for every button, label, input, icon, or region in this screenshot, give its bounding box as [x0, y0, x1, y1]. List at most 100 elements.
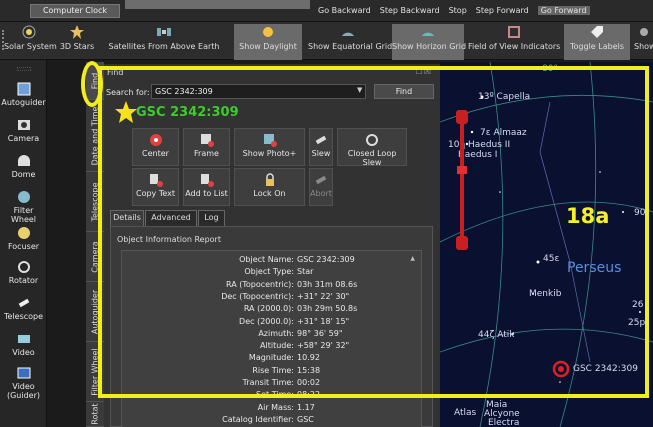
view-toolbar: Solar System 3D Stars Satellites From Ab…: [0, 22, 653, 60]
info-key: Set Time:: [256, 390, 294, 400]
copy-icon: [149, 174, 163, 187]
camera-icon: [17, 120, 30, 130]
lock-on-button[interactable]: Lock On: [234, 168, 305, 206]
object-title: GSC 2342:309: [136, 105, 239, 120]
info-value: +58° 29' 32": [297, 341, 350, 351]
sky-label-electra: Electra: [488, 418, 520, 427]
chevron-down-icon[interactable]: ▼: [357, 86, 362, 94]
tab-autoguider[interactable]: Autoguider: [86, 282, 104, 342]
show-icon: [639, 28, 648, 36]
field-of-view-button[interactable]: Field of View Indicators: [468, 24, 560, 51]
add-to-list-button[interactable]: Add to List: [183, 168, 230, 206]
info-key: Magnitude:: [248, 353, 294, 363]
tab-date-and-time[interactable]: Date and Time: [86, 100, 104, 172]
target-marker-icon[interactable]: [552, 360, 570, 378]
scroll-up-icon[interactable]: ▲: [410, 255, 415, 262]
sky-label-almaaz: 7ε Almaaz: [480, 128, 527, 138]
dome-icon: [17, 155, 30, 166]
fov-icon: [508, 26, 520, 38]
satellites-button[interactable]: Satellites From Above Earth: [100, 24, 228, 51]
annotation-label: 18a: [566, 204, 610, 228]
info-value: 10.92: [297, 353, 320, 363]
object-info-list[interactable]: ▲ Object Name: GSC 2342:309 Object Type: St…: [121, 250, 422, 427]
find-button[interactable]: Find: [374, 84, 434, 99]
abort-button[interactable]: Abort: [309, 168, 333, 206]
search-input[interactable]: [151, 84, 366, 99]
tab-filter-wheel[interactable]: Filter Wheel: [86, 342, 104, 402]
zoom-slider[interactable]: [456, 110, 468, 250]
solar-system-button[interactable]: Solar System: [4, 24, 57, 51]
sidebar-item-telescope[interactable]: Telescope: [0, 296, 47, 321]
copy-text-button[interactable]: Copy Text: [132, 168, 179, 206]
list-add-icon: [200, 174, 214, 187]
grip-icon: [16, 66, 31, 72]
sky-chart[interactable]: 80° 13º Capella 7ε Almaaz 10η Haedus II …: [440, 62, 653, 427]
sky-label-80: 80°: [542, 64, 558, 74]
object-info-box: Object Information Report ▲ Object Name:…: [110, 226, 433, 427]
go-backward-button[interactable]: Go Backward: [318, 6, 371, 15]
tab-telescope[interactable]: Telescope: [86, 172, 104, 232]
sidebar-item-focuser[interactable]: Focuser: [0, 226, 47, 251]
computer-clock-button[interactable]: Computer Clock: [30, 4, 120, 18]
show-horizon-grid-button[interactable]: Show Horizon Grid: [392, 24, 466, 60]
info-key: Rise Time:: [252, 365, 294, 375]
autoguider-icon: [17, 82, 30, 96]
info-value: GSC 2342:309: [297, 255, 355, 264]
info-value: GSC: [297, 414, 314, 424]
info-key: Object Type:: [244, 267, 294, 277]
focuser-icon: [17, 227, 30, 239]
frame-button[interactable]: Frame: [183, 128, 230, 166]
sidebar-item-rotator[interactable]: Rotator: [0, 260, 47, 285]
tab-find[interactable]: Find: [86, 62, 104, 100]
panel-window-controls[interactable]: ☐☒: [416, 67, 432, 76]
toggle-labels-button[interactable]: Toggle Labels: [564, 24, 630, 60]
tab-advanced[interactable]: Advanced: [145, 210, 197, 226]
find-panel-title: Find: [107, 68, 124, 77]
tag-icon: [591, 26, 603, 38]
tab-log[interactable]: Log: [198, 210, 225, 226]
sky-label-menkib: Menkib: [529, 289, 562, 299]
sidebar-item-autoguider[interactable]: Autoguider: [0, 82, 47, 107]
slew-button[interactable]: Slew: [309, 128, 333, 166]
search-label: Search for:: [106, 88, 150, 97]
tab-rotator[interactable]: Rotat: [86, 402, 104, 427]
sidebar-item-camera[interactable]: Camera: [0, 118, 47, 143]
device-sidebar: Autoguider Camera Dome Filter Wheel Focu…: [0, 60, 47, 427]
go-forward-button[interactable]: Go Forward: [537, 6, 590, 15]
closed-loop-slew-button[interactable]: Closed Loop Slew: [337, 128, 407, 167]
info-key: RA (Topocentric):: [225, 279, 294, 289]
sidebar-item-dome[interactable]: Dome: [0, 154, 47, 179]
tab-camera[interactable]: Camera: [86, 232, 104, 282]
3d-stars-button[interactable]: 3D Stars: [58, 24, 96, 51]
target-icon: [149, 134, 162, 146]
info-key: RA (2000.0):: [243, 304, 294, 314]
info-value: 00:02: [297, 378, 321, 387]
time-controls: Go Backward Step Backward Stop Step Forw…: [318, 6, 590, 15]
zoom-out-icon: [456, 236, 468, 250]
step-forward-button[interactable]: Step Forward: [476, 6, 529, 15]
center-button[interactable]: Center: [132, 128, 179, 166]
show-daylight-button[interactable]: Show Daylight: [234, 24, 302, 60]
video-guider-icon: [17, 367, 30, 379]
show-equatorial-grid-button[interactable]: Show Equatorial Grid: [308, 24, 392, 51]
sky-label-capella: 13º Capella: [478, 92, 531, 102]
sun-icon: [263, 27, 273, 37]
sky-label-atlas: Atlas: [454, 408, 477, 418]
closed-loop-icon: [366, 134, 378, 146]
stop-button[interactable]: Stop: [449, 6, 467, 15]
show-photo-button[interactable]: Show Photo+: [234, 128, 305, 166]
show-button[interactable]: Show: [634, 24, 653, 51]
video-icon: [17, 335, 30, 343]
tab-details[interactable]: Details: [110, 210, 144, 226]
sidebar-item-video-guider[interactable]: Video (Guider): [0, 366, 47, 400]
step-backward-button[interactable]: Step Backward: [380, 6, 440, 15]
sky-label-25p: 25p: [628, 318, 646, 328]
solar-system-icon: [22, 25, 36, 39]
sidebar-item-video[interactable]: Video: [0, 332, 47, 357]
sky-label-45: 45ε: [543, 254, 560, 264]
info-key: Transit Time:: [242, 378, 294, 387]
info-key: Dec (Topocentric):: [221, 291, 294, 301]
sidebar-item-filter-wheel[interactable]: Filter Wheel: [0, 190, 47, 224]
horizon-grid-icon: [422, 32, 434, 36]
time-slider[interactable]: [125, 0, 310, 9]
